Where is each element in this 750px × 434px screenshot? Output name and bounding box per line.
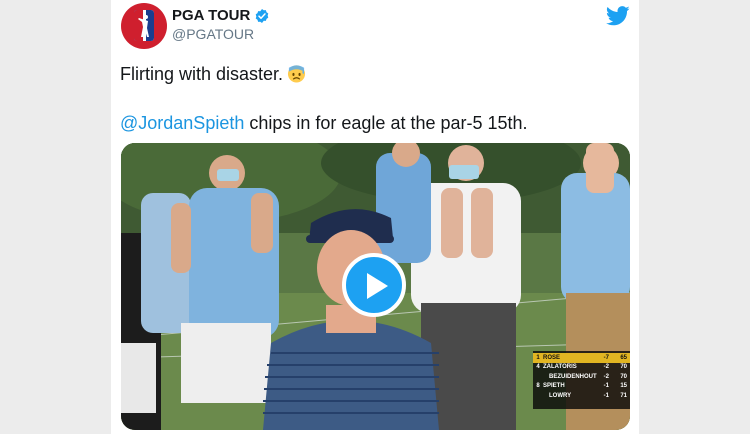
leaderboard-overlay: 1 ROSE -7 65 4 ZALATORIS -2 70 BEZUIDENH… [533, 351, 630, 409]
lb-name: ROSE [543, 354, 561, 361]
anxious-face-with-sweat-icon [288, 65, 306, 83]
leaderboard-row: 4 ZALATORIS -2 70 [533, 363, 630, 373]
lb-name: BEZUIDENHOUT [549, 373, 597, 380]
play-icon [367, 273, 388, 299]
lb-score: -1 [603, 383, 609, 390]
golfer-silhouette-icon [138, 15, 149, 37]
user-handle[interactable]: @PGATOUR [172, 26, 254, 42]
tweet-text: Flirting with disaster. [120, 64, 284, 84]
lb-pos: 4 [536, 364, 540, 371]
lb-score: -2 [603, 364, 609, 371]
lb-name: LOWRY [549, 392, 572, 399]
lb-total: 15 [620, 383, 627, 390]
tweet-text-line2: @JordanSpieth chips in for eagle at the … [120, 111, 528, 135]
leaderboard-row: 1 ROSE -7 65 [533, 353, 630, 363]
display-name-text[interactable]: PGA TOUR [172, 7, 250, 24]
mention-link[interactable]: @JordanSpieth [120, 113, 244, 133]
verified-badge-icon [256, 8, 269, 23]
lb-total: 70 [620, 373, 627, 380]
lb-name: SPIETH [543, 383, 565, 390]
play-button[interactable] [342, 253, 406, 317]
lb-total: 65 [620, 354, 627, 361]
lb-pos: 8 [536, 383, 540, 390]
lb-score: -7 [603, 354, 609, 361]
lb-name: ZALATORIS [543, 364, 577, 371]
tweet-text-line1: Flirting with disaster. [120, 62, 630, 86]
tweet-card[interactable]: PGA TOUR @PGATOUR Flirting with disaster… [111, 0, 639, 434]
tweet-text-rest: chips in for eagle at the par-5 15th. [244, 113, 528, 133]
leaderboard-row: 8 SPIETH -1 15 [533, 382, 630, 392]
leaderboard-row: LOWRY -1 71 [533, 391, 630, 401]
lb-pos: 1 [536, 354, 540, 361]
avatar[interactable] [121, 3, 167, 49]
pga-tour-logo [134, 10, 154, 41]
lb-score: -1 [603, 392, 609, 399]
leaderboard-row: BEZUIDENHOUT -2 70 [533, 372, 630, 382]
twitter-bird-icon[interactable] [606, 6, 630, 26]
lb-total: 70 [620, 364, 627, 371]
lb-score: -2 [603, 373, 609, 380]
video-player[interactable]: 1 ROSE -7 65 4 ZALATORIS -2 70 BEZUIDENH… [121, 143, 630, 430]
lb-total: 71 [620, 392, 627, 399]
display-name[interactable]: PGA TOUR [172, 7, 270, 24]
